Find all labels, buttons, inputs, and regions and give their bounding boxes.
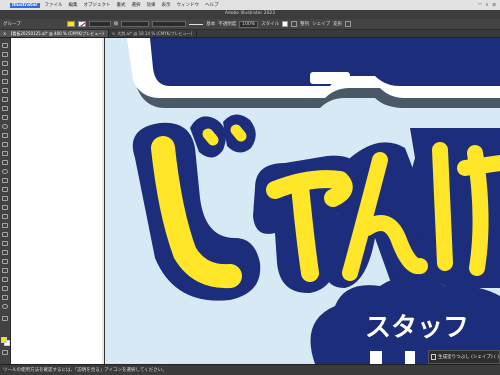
paintbrush-tool-icon[interactable] — [2, 133, 8, 138]
arrange-icon[interactable] — [345, 21, 352, 27]
document-tab-bar: × 【看板20250125.ai* @ 400 % (CMYK/プレビュー) × 大… — [0, 30, 500, 38]
pencil-tool-icon[interactable] — [2, 142, 8, 147]
control-center-icon[interactable]: ≡ — [492, 3, 496, 8]
zoom-tool-icon[interactable] — [2, 304, 8, 309]
width-tool-icon[interactable] — [2, 187, 8, 192]
rectangle-tool-icon[interactable] — [2, 115, 8, 120]
pen-tool-icon[interactable] — [2, 79, 8, 84]
menu-help[interactable]: ヘルプ — [205, 2, 219, 8]
tab-label: 大判.ai* @ 18.14 % (CMYK/プレビュー) — [117, 31, 193, 36]
curvature-tool-icon[interactable] — [2, 88, 8, 93]
menubar-status-icons: ◠ ⌕ ≡ — [478, 0, 496, 10]
recolor-icon[interactable] — [291, 21, 298, 27]
cloud-white-mark-2 — [405, 351, 415, 364]
type-tool-icon[interactable] — [2, 97, 8, 102]
tab-label: 【看板20250125.ai* @ 400 % (CMYK/プレビュー) — [8, 31, 104, 36]
menu-effect[interactable]: 効果 — [147, 2, 156, 8]
fill-swatch[interactable] — [66, 21, 75, 27]
shape-builder-tool-icon[interactable] — [2, 205, 8, 210]
stroke-color-dropdown[interactable] — [88, 21, 111, 27]
shape-icon — [431, 354, 437, 360]
menu-app-name[interactable]: Illustrator — [10, 2, 40, 8]
magic-wand-tool-icon[interactable] — [2, 61, 8, 66]
menu-type[interactable]: 書式 — [117, 2, 126, 8]
free-transform-tool-icon[interactable] — [2, 196, 8, 201]
stroke-swatch[interactable] — [77, 21, 86, 27]
blend-tool-icon[interactable] — [2, 250, 8, 255]
brush-stroke-line — [189, 23, 204, 25]
tools-panel — [0, 38, 11, 364]
menu-window[interactable]: ウィンドウ — [177, 2, 200, 8]
opacity-label: 不透明度 — [218, 22, 237, 27]
panel-label: 生成塗りつぶし (シェイプ) ( ) — [438, 355, 499, 360]
document-tab-active[interactable]: × 【看板20250125.ai* @ 400 % (CMYK/プレビュー) — [0, 30, 109, 37]
wifi-icon[interactable]: ◠ — [478, 3, 482, 8]
close-tab-icon[interactable]: × — [3, 31, 6, 36]
mesh-tool-icon[interactable] — [2, 223, 8, 228]
symbol-sprayer-tool-icon[interactable] — [2, 259, 8, 264]
status-text: ツールの使用方法を確認するには、「説明を見る」アイコンを選択してください。 — [3, 368, 167, 373]
opacity-field[interactable]: 100% — [239, 20, 259, 28]
selection-tool-icon[interactable] — [2, 43, 8, 48]
align-label[interactable]: 整列 — [300, 21, 309, 27]
menu-select[interactable]: 選択 — [132, 2, 141, 8]
window-title: Adobe Illustrator 2023 — [224, 11, 276, 16]
control-bar: グループ 線 基本 不透明度 100% スタイル 整列 シェイプ 変形 — [0, 19, 500, 30]
direct-selection-tool-icon[interactable] — [2, 52, 8, 57]
document-tab[interactable]: × 大判.ai* @ 18.14 % (CMYK/プレビュー) — [109, 30, 198, 37]
document-canvas[interactable]: スタッフ — [105, 38, 500, 364]
hand-tool-icon[interactable] — [2, 295, 8, 300]
close-tab-icon[interactable]: × — [112, 31, 115, 36]
menu-edit[interactable]: 編集 — [69, 2, 78, 8]
variable-width-dropdown[interactable] — [152, 21, 187, 27]
cloud-text: スタッフ — [365, 313, 469, 343]
eyedropper-tool-icon[interactable] — [2, 241, 8, 246]
shaper-tool-icon[interactable] — [2, 151, 8, 156]
stroke-weight-field[interactable] — [121, 21, 150, 27]
dakuten-2 — [230, 124, 247, 142]
properties-panel[interactable]: 生成塗りつぶし (シェイプ) ( ) — [428, 350, 500, 364]
menu-bar: Illustrator ファイル 編集 オブジェクト 書式 選択 効果 表示 ウ… — [0, 0, 500, 10]
graphic-style-swatch[interactable] — [282, 21, 289, 27]
graph-tool-icon[interactable] — [2, 268, 8, 273]
search-icon[interactable]: ⌕ — [486, 2, 489, 8]
gradient-tool-icon[interactable] — [2, 232, 8, 237]
selection-type-label: グループ — [3, 22, 21, 27]
banner-white-tab — [310, 72, 350, 84]
lasso-tool-icon[interactable] — [2, 70, 8, 75]
scale-tool-icon[interactable] — [2, 178, 8, 183]
cloud-white-mark-1 — [370, 351, 382, 364]
menu-object[interactable]: オブジェクト — [84, 2, 111, 8]
profile-label: 基本 — [206, 22, 216, 27]
style-label: スタイル — [261, 22, 280, 27]
artwork: スタッフ — [127, 38, 500, 364]
swap-colors-icon[interactable] — [2, 316, 8, 321]
shape-label[interactable]: シェイプ — [312, 21, 330, 27]
drawing-mode-icon[interactable] — [2, 350, 8, 355]
brush-stroke-preview[interactable] — [189, 21, 204, 27]
eraser-tool-icon[interactable] — [2, 160, 8, 165]
stroke-label: 線 — [113, 22, 119, 27]
artboard-tool-icon[interactable] — [2, 277, 8, 282]
menu-view[interactable]: 表示 — [162, 2, 171, 8]
slice-tool-icon[interactable] — [2, 286, 8, 291]
transform-label[interactable]: 変形 — [333, 21, 342, 27]
menu-file[interactable]: ファイル — [45, 2, 63, 8]
line-segment-tool-icon[interactable] — [2, 106, 8, 111]
fill-color-box[interactable] — [1, 337, 7, 343]
status-bar: ツールの使用方法を確認するには、「説明を見る」アイコンを選択してください。 — [0, 364, 500, 375]
artboard-margin — [11, 38, 103, 364]
ellipse-tool-icon[interactable] — [2, 124, 8, 129]
rotate-tool-icon[interactable] — [2, 169, 8, 174]
window-titlebar: Adobe Illustrator 2023 — [0, 10, 500, 19]
perspective-grid-tool-icon[interactable] — [2, 214, 8, 219]
dakuten-1 — [202, 128, 219, 146]
